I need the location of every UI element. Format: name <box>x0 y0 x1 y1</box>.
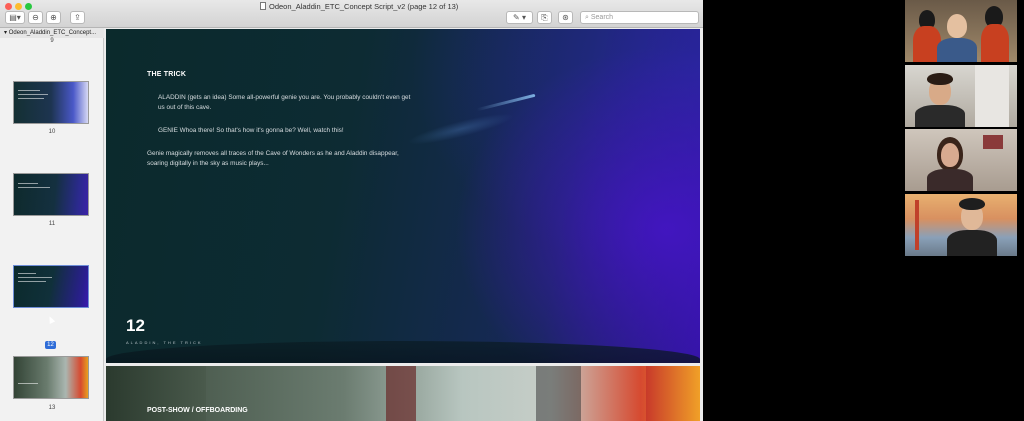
preview-window: ▤▾ ⊖ ⊕ ⇪ Odeon_Aladdin_ETC_Concept Scrip… <box>0 0 703 421</box>
scene-heading: THE TRICK <box>147 71 187 78</box>
rotate-button[interactable]: ⎘ <box>537 11 552 24</box>
dialogue-aladdin: ALADDIN (gets an idea) Some all-powerful… <box>158 94 411 111</box>
share-button[interactable]: ⇪ <box>70 11 85 24</box>
participant-3-face <box>941 143 959 167</box>
search-icon: ⌕ <box>585 14 589 21</box>
thumbnail-page-number: 9 <box>50 38 54 44</box>
thumbnail-page-10[interactable] <box>13 81 89 124</box>
window-title-text: Odeon_Aladdin_ETC_Concept Script_v2 (pag… <box>269 2 459 11</box>
participant-1-face <box>947 14 967 38</box>
sidebar-toggle-button[interactable]: ▤▾ <box>5 11 25 24</box>
thumbnail-text-line <box>18 98 44 99</box>
pen-icon: ✎ ▾ <box>513 13 526 22</box>
zoom-window-button[interactable] <box>25 3 32 10</box>
screen: ▤▾ ⊖ ⊕ ⇪ Odeon_Aladdin_ETC_Concept Scrip… <box>0 0 1024 421</box>
sidebar-document-header[interactable]: ▾ Odeon_Aladdin_ETC_Concept... <box>0 28 104 38</box>
thumbnail-page-number-selected: 12 <box>45 341 56 349</box>
zoom-in-icon: ⊕ <box>50 13 57 22</box>
sidebar-icon: ▤▾ <box>9 13 21 22</box>
thumbnail-page-13[interactable] <box>13 356 89 399</box>
thumbnail-text-line <box>18 277 52 278</box>
scene-action: Genie magically removes all traces of th… <box>147 150 399 167</box>
bridge-tower <box>915 200 919 250</box>
thumbnail-text-line <box>18 383 38 384</box>
participant-2-body <box>915 105 965 127</box>
rotate-icon: ⎘ <box>541 13 548 22</box>
video-tile-participant-3[interactable] <box>905 129 1017 191</box>
document-page-13-preview: POST-SHOW / OFFBOARDING <box>106 366 700 421</box>
participant-2-background <box>975 65 1009 127</box>
thumbnail-text-line <box>18 90 40 91</box>
markup-pen-button[interactable]: ✎ ▾ <box>506 11 533 24</box>
video-tile-participant-1[interactable] <box>905 0 1017 62</box>
participant-4-body <box>947 230 997 256</box>
thumbnail-text-line <box>18 183 38 184</box>
minimize-window-button[interactable] <box>15 3 22 10</box>
sidebar-document-name: Odeon_Aladdin_ETC_Concept... <box>8 30 97 36</box>
zoom-in-button[interactable]: ⊕ <box>46 11 61 24</box>
thumbnail-sidebar: ▾ Odeon_Aladdin_ETC_Concept... 9 10 11 1… <box>0 28 104 421</box>
thumbnail-text-line <box>18 281 46 282</box>
billboard <box>536 366 581 421</box>
thumbnail-page-11[interactable] <box>13 173 89 216</box>
document-page-12: THE TRICK ALADDIN (gets an idea) Some al… <box>106 29 700 363</box>
video-tile-participant-4[interactable] <box>905 194 1017 256</box>
thumbnail-text-line <box>18 273 36 274</box>
markup-icon: ⊛ <box>562 13 569 22</box>
dialogue-genie: GENIE Whoa there! So that's how it's gon… <box>158 127 344 134</box>
window-title: Odeon_Aladdin_ETC_Concept Script_v2 (pag… <box>260 2 458 11</box>
thumbnail-text-line <box>18 94 48 95</box>
participant-3-body <box>927 169 973 191</box>
participant-1-body <box>937 38 977 62</box>
genie-streak-glow <box>405 107 517 151</box>
slide-page-number: 12 <box>126 316 145 335</box>
search-field[interactable]: ⌕ Search <box>580 11 699 24</box>
thumbnail-page-number: 11 <box>48 221 56 227</box>
slide-footer: ALADDIN, THE TRICK <box>126 340 203 345</box>
street-sign <box>386 366 416 421</box>
document-icon <box>260 2 266 10</box>
markup-toolbar-button[interactable]: ⊛ <box>558 11 573 24</box>
video-tile-participant-2[interactable] <box>905 65 1017 127</box>
thumbnail-text-line <box>18 187 50 188</box>
participant-2-hair <box>927 73 953 85</box>
search-placeholder: Search <box>590 14 614 21</box>
next-scene-heading: POST-SHOW / OFFBOARDING <box>147 407 248 414</box>
colorful-billboard <box>646 366 700 421</box>
wall-frame <box>983 135 1003 149</box>
mouse-cursor <box>46 315 56 324</box>
title-bar: ▤▾ ⊖ ⊕ ⇪ Odeon_Aladdin_ETC_Concept Scrip… <box>0 0 703 28</box>
share-icon: ⇪ <box>74 13 81 22</box>
thumbnail-page-number: 10 <box>48 129 56 135</box>
zoom-out-icon: ⊖ <box>32 13 39 22</box>
dog-right-vest <box>981 24 1009 62</box>
zoom-out-button[interactable]: ⊖ <box>28 11 43 24</box>
thumbnail-page-12[interactable] <box>13 265 89 308</box>
participant-4-hair <box>959 198 985 210</box>
close-window-button[interactable] <box>5 3 12 10</box>
thumbnail-page-number: 13 <box>48 405 56 411</box>
